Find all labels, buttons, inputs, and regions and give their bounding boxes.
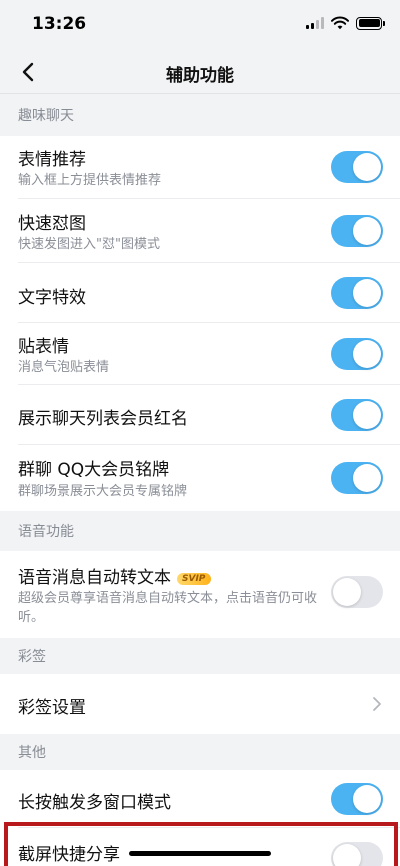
setting-row-quick-sticker[interactable]: 快速怼图 快速发图进入"怼"图模式 [0,199,400,263]
setting-title: 截屏快捷分享 [18,845,120,865]
setting-row-text-effects[interactable]: 文字特效 [0,263,400,323]
setting-subtitle: 群聊场景展示大会员专属铭牌 [18,484,188,499]
chevron-right-icon [373,697,381,711]
quick-sticker-toggle[interactable] [331,215,383,247]
setting-title: 群聊 QQ大会员铭牌 [18,460,170,480]
setting-title: 文字特效 [18,288,86,308]
setting-title: 表情推荐 [18,150,86,170]
setting-subtitle: 输入框上方提供表情推荐 [18,173,162,188]
sticker-reply-toggle[interactable] [331,338,383,370]
setting-title: 彩签设置 [18,698,86,718]
cellular-signal-icon [306,17,324,29]
status-time: 13:26 [32,14,87,34]
section-header-caiqian: 彩签 [0,638,400,674]
setting-title: 语音消息自动转文本 SVIP [18,563,212,588]
emoji-recommend-toggle[interactable] [331,151,383,183]
status-bar: 13:26 [0,0,400,50]
wifi-icon [331,16,349,30]
voice-to-text-toggle[interactable] [331,576,383,608]
screenshot-share-toggle[interactable] [331,842,383,866]
vip-red-name-toggle[interactable] [331,399,383,431]
setting-row-caiqian-settings[interactable]: 彩签设置 [0,674,400,734]
page-title: 辅助功能 [166,66,234,86]
setting-title: 贴表情 [18,337,69,357]
status-icons [306,16,385,30]
setting-title: 长按触发多窗口模式 [18,793,171,813]
svip-badge: SVIP [177,573,212,585]
section-header-other: 其他 [0,734,400,770]
group-qq-badge-toggle[interactable] [331,462,383,494]
nav-bar: 辅助功能 [0,50,400,94]
setting-row-sticker-reply[interactable]: 贴表情 消息气泡贴表情 [0,323,400,385]
text-effects-toggle[interactable] [331,277,383,309]
setting-row-screenshot-share[interactable]: 截屏快捷分享 [0,828,400,866]
setting-title: 快速怼图 [18,214,86,234]
setting-row-long-press-multiwindow[interactable]: 长按触发多窗口模式 [0,770,400,828]
home-indicator [129,851,271,856]
section-header-voice: 语音功能 [0,511,400,551]
section-header-fun-chat: 趣味聊天 [0,94,400,136]
setting-row-vip-red-name[interactable]: 展示聊天列表会员红名 [0,385,400,445]
setting-title: 展示聊天列表会员红名 [18,409,188,429]
setting-row-group-qq-badge[interactable]: 群聊 QQ大会员铭牌 群聊场景展示大会员专属铭牌 [0,445,400,511]
setting-subtitle: 快速发图进入"怼"图模式 [18,237,160,252]
setting-subtitle: 超级会员尊享语音消息自动转文本，点击语音仍可收听。 [18,591,318,625]
battery-icon [356,16,385,30]
setting-subtitle: 消息气泡贴表情 [18,360,110,375]
setting-row-emoji-recommend[interactable]: 表情推荐 输入框上方提供表情推荐 [0,136,400,199]
setting-row-voice-to-text[interactable]: 语音消息自动转文本 SVIP 超级会员尊享语音消息自动转文本，点击语音仍可收听。 [0,551,400,638]
setting-title-text: 语音消息自动转文本 [18,568,171,588]
long-press-multiwindow-toggle[interactable] [331,783,383,815]
